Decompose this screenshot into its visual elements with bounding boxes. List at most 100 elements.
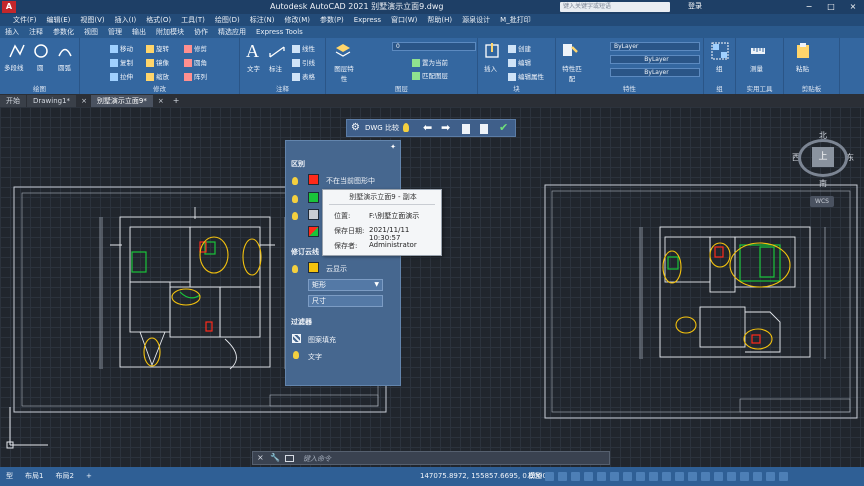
tab-insert[interactable]: 插入 [0,26,24,38]
doc-tab-drawing1[interactable]: Drawing1* [27,95,77,107]
close-tab-icon[interactable]: × [154,95,168,107]
ortho-icon[interactable] [571,472,580,481]
app-logo-icon[interactable]: A [2,1,16,13]
close-command-icon[interactable]: × [257,453,264,462]
tab-parametric[interactable]: 参数化 [48,26,79,38]
arrow-left-icon[interactable]: ⬅ [423,121,432,134]
menu-dimension[interactable]: 标注(N) [245,14,280,26]
polar-icon[interactable] [584,472,593,481]
copy-button[interactable]: 复制 [110,57,133,67]
drawing-canvas[interactable] [0,107,864,467]
isolate-objects-icon[interactable] [740,472,749,481]
transparency-icon[interactable] [649,472,658,481]
tab-layout2[interactable]: 布局2 [49,467,79,486]
tab-annotate[interactable]: 注释 [24,26,48,38]
annotation-scale-icon[interactable] [675,472,684,481]
hatch-filter-label[interactable]: 图案填充 [308,335,336,345]
command-input[interactable]: 键入命令 [303,454,331,464]
menu-insert[interactable]: 插入(I) [110,14,142,26]
layer-properties-button[interactable]: 图层特性 [332,63,356,83]
edit-attributes-button[interactable]: 编辑属性 [508,71,544,81]
not-in-compared-color-swatch[interactable] [308,192,319,203]
close-tab-icon[interactable]: × [77,95,91,107]
match-layer-button[interactable]: 匹配图层 [412,70,448,80]
cloud-color-swatch[interactable] [308,262,319,273]
wrench-icon[interactable]: 🔧 [270,453,280,462]
object-snap-icon[interactable] [610,472,619,481]
customization-icon[interactable] [779,472,788,481]
workspace-icon[interactable] [688,472,697,481]
units-icon[interactable] [714,472,723,481]
wcs-menu[interactable]: WCS [810,196,834,207]
array-button[interactable]: 阵列 [184,71,207,81]
pin-icon[interactable]: ✦ [390,143,396,151]
lineweight-icon[interactable] [636,472,645,481]
fillet-button[interactable]: 圆角 [184,57,207,67]
tab-manage[interactable]: 管理 [103,26,127,38]
tab-express-tools[interactable]: Express Tools [251,26,308,38]
circle-button[interactable]: 圆 [37,62,44,72]
menu-yuanquan[interactable]: 源泉设计 [457,14,495,26]
tracking-icon[interactable] [623,472,632,481]
command-line[interactable]: × 🔧 键入命令 [252,451,610,465]
maximize-button[interactable]: □ [820,0,842,14]
stretch-button[interactable]: 拉伸 [110,71,133,81]
gear-icon[interactable]: ⚙ [351,122,360,133]
menu-tools[interactable]: 工具(T) [176,14,210,26]
selection-cycling-icon[interactable] [662,472,671,481]
menu-express[interactable]: Express [349,14,386,26]
match-properties-button[interactable]: 特性匹配 [560,63,584,83]
grid-icon[interactable] [545,472,554,481]
lightbulb-icon[interactable] [292,212,298,220]
command-history-icon[interactable] [285,455,294,462]
trim-button[interactable]: 修剪 [184,43,207,53]
text-button[interactable]: 文字 [247,63,260,73]
tab-output[interactable]: 输出 [127,26,151,38]
menu-file[interactable]: 文件(F) [8,14,42,26]
table-button[interactable]: 表格 [292,71,315,81]
arrow-right-icon[interactable]: ➡ [441,121,450,134]
annotation-monitor-icon[interactable] [701,472,710,481]
menu-help[interactable]: 帮助(H) [422,14,457,26]
menu-format[interactable]: 格式(O) [141,14,176,26]
lightbulb-icon[interactable] [403,123,409,132]
text-filter-label[interactable]: 文字 [308,352,322,362]
search-input[interactable]: 键入关键字或短语 [560,2,670,12]
edit-block-button[interactable]: 编辑 [508,57,531,67]
tab-model[interactable]: 型 [0,467,19,486]
not-in-current-color-swatch[interactable] [308,174,319,185]
tab-layout1[interactable]: 布局1 [19,467,49,486]
cloud-display-toggle[interactable]: 云显示 [326,264,347,274]
lightbulb-icon[interactable] [292,195,298,203]
arc-button[interactable]: 圆弧 [58,62,71,72]
copy-snapshot-icon[interactable] [480,124,488,134]
measure-button[interactable]: 测量 [750,63,763,73]
linetype-dropdown[interactable]: ByLayer [610,55,700,64]
add-layout-button[interactable]: + [80,467,98,486]
export-snapshot-icon[interactable] [462,124,470,134]
quick-properties-icon[interactable] [727,472,736,481]
view-cube[interactable]: 北 西 东 南 上 WCS [792,130,856,210]
isodraft-icon[interactable] [597,472,606,481]
doc-tab-start[interactable]: 开始 [0,95,26,107]
leader-button[interactable]: 引线 [292,57,315,67]
tab-featured-apps[interactable]: 精选应用 [213,26,251,38]
minimize-button[interactable]: − [798,0,820,14]
snap-icon[interactable] [558,472,567,481]
in-both-color-swatch[interactable] [308,209,319,220]
make-current-button[interactable]: 置为当前 [412,57,448,67]
hardware-accel-icon[interactable] [753,472,762,481]
hatch-filter-icon[interactable] [292,334,301,343]
cloud-shape-dropdown[interactable]: 矩形 ▼ [308,279,383,291]
menu-draw[interactable]: 绘图(D) [210,14,245,26]
lightbulb-icon[interactable] [293,351,299,359]
close-button[interactable]: × [842,0,864,14]
check-icon[interactable]: ✔ [499,121,508,134]
doc-tab-current[interactable]: 别墅演示立面9* [90,95,153,107]
menu-batch-plot[interactable]: M_批打印 [495,14,536,26]
menu-window[interactable]: 窗口(W) [386,14,422,26]
group-button[interactable]: 组 [716,63,723,73]
menu-modify[interactable]: 修改(M) [279,14,315,26]
tab-view[interactable]: 视图 [79,26,103,38]
scale-button[interactable]: 缩放 [146,71,169,81]
